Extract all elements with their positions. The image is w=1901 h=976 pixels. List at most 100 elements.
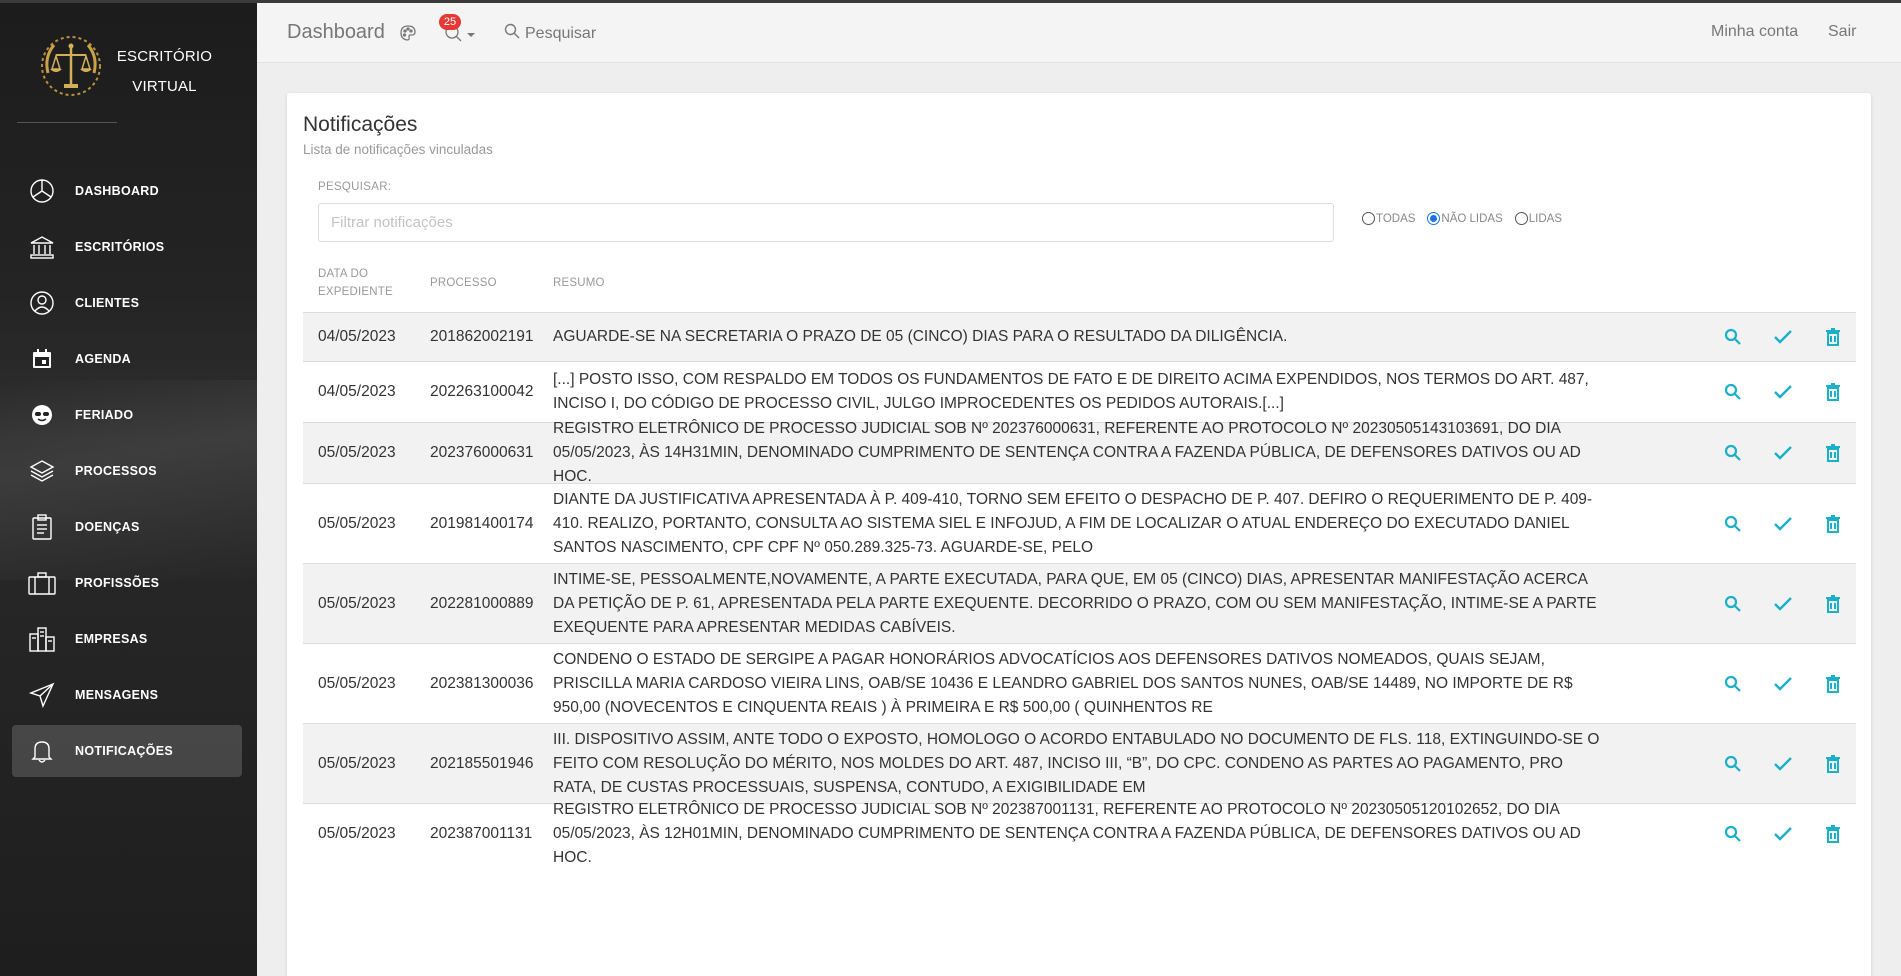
- buildings-icon: [28, 625, 56, 653]
- delete-icon[interactable]: [1808, 444, 1858, 462]
- view-icon[interactable]: [1708, 383, 1758, 401]
- chevron-down-icon[interactable]: [467, 33, 475, 37]
- sidebar: ESCRITÓRIO VIRTUAL DASHBOARD ESCRITÓRIOS…: [0, 0, 257, 976]
- table-row: 05/05/2023 202185501946 III. DISPOSITIVO…: [303, 723, 1856, 803]
- palette-icon[interactable]: [399, 24, 417, 47]
- filter-label: PESQUISAR:: [318, 181, 392, 193]
- filter-radio-todas[interactable]: TODAS: [1362, 212, 1415, 225]
- sidebar-item-processos[interactable]: PROCESSOS: [12, 445, 242, 497]
- my-account-link[interactable]: Minha conta: [1711, 23, 1798, 41]
- sidebar-item-label: CLIENTES: [75, 296, 140, 310]
- sidebar-item-label: PROFISSÕES: [75, 576, 160, 590]
- delete-icon[interactable]: [1808, 383, 1858, 401]
- mark-read-icon[interactable]: [1758, 826, 1808, 842]
- table-row: 05/05/2023 202387001131 REGISTRO ELETRÔN…: [303, 801, 1858, 866]
- column-header-process[interactable]: PROCESSO: [430, 274, 497, 292]
- cell-summary: AGUARDE-SE NA SECRETARIA O PRAZO DE 05 (…: [553, 328, 1288, 345]
- sidebar-item-notificacoes[interactable]: NOTIFICAÇÕES: [12, 725, 242, 777]
- view-icon[interactable]: [1708, 515, 1758, 533]
- row-actions: [1708, 564, 1858, 643]
- mark-read-icon[interactable]: [1758, 445, 1808, 461]
- logout-link[interactable]: Sair: [1828, 23, 1856, 41]
- search-link-label: Pesquisar: [525, 24, 597, 42]
- sidebar-item-mensagens[interactable]: MENSAGENS: [12, 669, 242, 721]
- sidebar-item-profissoes[interactable]: PROFISSÕES: [12, 557, 242, 609]
- delete-icon[interactable]: [1808, 674, 1858, 693]
- radio-button[interactable]: [1427, 212, 1441, 225]
- mark-read-icon[interactable]: [1758, 756, 1808, 772]
- filter-radio-nao-lidas[interactable]: NÃO LIDAS: [1427, 212, 1503, 225]
- scales-of-justice-logo-icon: [41, 36, 101, 96]
- delete-icon[interactable]: [1808, 514, 1858, 533]
- radio-label: TODAS: [1376, 212, 1416, 225]
- column-header-date[interactable]: DATA DO EXPEDIENTE: [318, 265, 393, 301]
- cell-process: 202281000889: [430, 594, 534, 612]
- cell-process: 202381300036: [430, 674, 534, 692]
- sidebar-item-feriado[interactable]: FERIADO: [12, 389, 242, 441]
- brand[interactable]: ESCRITÓRIO VIRTUAL: [0, 0, 257, 125]
- view-icon[interactable]: [1708, 755, 1758, 773]
- search-icon: [504, 23, 520, 44]
- column-header-date-line-2: EXPEDIENTE: [318, 286, 393, 298]
- brand-name: ESCRITÓRIO VIRTUAL: [112, 42, 217, 102]
- cell-date: 04/05/2023: [318, 383, 396, 400]
- layers-icon: [28, 457, 56, 485]
- view-icon[interactable]: [1708, 595, 1758, 613]
- row-actions: [1708, 423, 1858, 483]
- sidebar-item-dashboard[interactable]: DASHBOARD: [12, 165, 242, 217]
- sidebar-item-label: PROCESSOS: [75, 464, 157, 478]
- filter-input[interactable]: [318, 203, 1334, 242]
- filter-radio-lidas[interactable]: LIDAS: [1514, 212, 1563, 225]
- top-bar: Dashboard 25 Pesquisar Minha conta Sair: [257, 3, 1901, 63]
- sidebar-item-agenda[interactable]: AGENDA: [12, 333, 242, 385]
- sidebar-item-escritorios[interactable]: ESCRITÓRIOS: [12, 221, 242, 273]
- notification-count-badge: 25: [439, 14, 461, 30]
- cell-summary: [...] POSTO ISSO, COM RESPALDO EM TODOS …: [553, 371, 1589, 412]
- sidebar-item-label: DASHBOARD: [75, 184, 159, 198]
- bell-icon: [28, 737, 56, 765]
- notifications-card: Notificações Lista de notificações vincu…: [287, 93, 1871, 976]
- clipboard-icon: [28, 513, 56, 541]
- delete-icon[interactable]: [1808, 825, 1858, 843]
- mark-read-icon[interactable]: [1758, 384, 1808, 400]
- delete-icon[interactable]: [1808, 328, 1858, 346]
- cell-date: 05/05/2023: [318, 754, 396, 772]
- sidebar-item-label: FERIADO: [75, 408, 134, 422]
- cell-date: 05/05/2023: [318, 514, 396, 532]
- sidebar-item-label: AGENDA: [75, 352, 131, 366]
- radio-button[interactable]: [1514, 212, 1528, 225]
- cell-process: 201981400174: [430, 514, 534, 532]
- column-header-summary[interactable]: RESUMO: [553, 274, 605, 292]
- column-header-date-line-1: DATA DO: [318, 268, 369, 280]
- radio-label: LIDAS: [1528, 212, 1563, 225]
- cell-summary: INTIME-SE, PESSOALMENTE,NOVAMENTE, A PAR…: [553, 570, 1597, 636]
- view-icon[interactable]: [1708, 328, 1758, 346]
- table-row: 05/05/2023 202376000631 REGISTRO ELETRÔN…: [303, 420, 1858, 485]
- top-search[interactable]: Pesquisar: [504, 23, 596, 44]
- sidebar-item-label: ESCRITÓRIOS: [75, 240, 165, 254]
- mark-read-icon[interactable]: [1758, 596, 1808, 612]
- mark-read-icon[interactable]: [1758, 676, 1808, 692]
- delete-icon[interactable]: [1808, 594, 1858, 613]
- briefcase-icon: [28, 569, 56, 597]
- delete-icon[interactable]: [1808, 754, 1858, 773]
- radio-button[interactable]: [1362, 212, 1375, 225]
- cell-summary: DIANTE DA JUSTIFICATIVA APRESENTADA À P.…: [553, 490, 1593, 556]
- mark-read-icon[interactable]: [1758, 516, 1808, 532]
- table-row: 05/05/2023 202281000889 INTIME-SE, PESSO…: [303, 563, 1856, 643]
- mark-read-icon[interactable]: [1758, 329, 1808, 345]
- view-icon[interactable]: [1708, 675, 1758, 693]
- sidebar-item-label: DOENÇAS: [75, 520, 140, 534]
- cell-process: 202376000631: [430, 444, 534, 461]
- row-actions: [1708, 484, 1858, 563]
- view-icon[interactable]: [1708, 444, 1758, 462]
- view-icon[interactable]: [1708, 825, 1758, 843]
- card-title: Notificações: [303, 113, 418, 136]
- sidebar-item-empresas[interactable]: EMPRESAS: [12, 613, 242, 665]
- sidebar-item-doencas[interactable]: DOENÇAS: [12, 501, 242, 553]
- sidebar-nav: DASHBOARD ESCRITÓRIOS CLIENTES AGENDA FE…: [12, 165, 242, 781]
- table-row: 05/05/2023 202381300036 CONDENO O ESTADO…: [303, 643, 1856, 723]
- brand-line-2: VIRTUAL: [132, 78, 197, 95]
- table-row: 05/05/2023 201981400174 DIANTE DA JUSTIF…: [303, 483, 1856, 563]
- sidebar-item-clientes[interactable]: CLIENTES: [12, 277, 242, 329]
